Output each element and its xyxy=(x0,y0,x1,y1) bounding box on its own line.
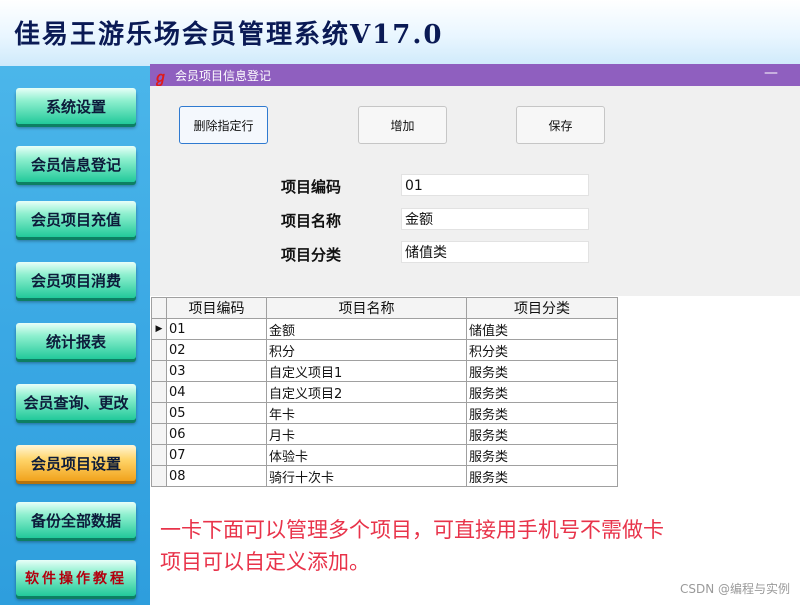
cell-name[interactable]: 自定义项目2 xyxy=(266,381,467,403)
cell-category[interactable]: 服务类 xyxy=(466,402,618,424)
cell-code[interactable]: 03 xyxy=(166,360,267,382)
table-row[interactable]: 02 积分 积分类 xyxy=(151,339,618,361)
delete-row-button[interactable]: 删除指定行 xyxy=(179,106,268,144)
app-logo-icon: ℊ xyxy=(153,68,169,86)
cell-category[interactable]: 储值类 xyxy=(466,318,618,340)
sidebar-item-statistics-report[interactable]: 统计报表 xyxy=(16,323,136,359)
cell-code[interactable]: 04 xyxy=(166,381,267,403)
cell-code[interactable]: 08 xyxy=(166,465,267,487)
sidebar-item-project-recharge[interactable]: 会员项目充值 xyxy=(16,201,136,237)
cell-category[interactable]: 服务类 xyxy=(466,381,618,403)
sidebar: 系统设置 会员信息登记 会员项目充值 会员项目消费 统计报表 会员查询、更改 会… xyxy=(0,66,150,605)
current-row-indicator-icon: ▶ xyxy=(151,318,167,340)
row-header[interactable] xyxy=(151,339,167,361)
project-registration-window: ℊ 会员项目信息登记 — 删除指定行 增加 保存 项目编码 01 项目名称 金额… xyxy=(150,64,800,605)
table-row[interactable]: 05 年卡 服务类 xyxy=(151,402,618,424)
sidebar-item-system-settings[interactable]: 系统设置 xyxy=(16,88,136,124)
cell-category[interactable]: 服务类 xyxy=(466,444,618,466)
cell-code[interactable]: 06 xyxy=(166,423,267,445)
sidebar-item-member-query[interactable]: 会员查询、更改 xyxy=(16,384,136,420)
table-row[interactable]: 06 月卡 服务类 xyxy=(151,423,618,445)
row-header-corner xyxy=(151,297,167,319)
row-header[interactable] xyxy=(151,360,167,382)
project-grid: 项目编码 项目名称 项目分类 ▶ 01 金额 储值类 02 积分 积分类 03 … xyxy=(151,297,618,487)
column-header-code[interactable]: 项目编码 xyxy=(166,297,267,319)
cell-category[interactable]: 积分类 xyxy=(466,339,618,361)
cell-name[interactable]: 积分 xyxy=(266,339,467,361)
window-titlebar: ℊ 会员项目信息登记 — xyxy=(150,64,800,86)
cell-name[interactable]: 自定义项目1 xyxy=(266,360,467,382)
save-button[interactable]: 保存 xyxy=(516,106,605,144)
cell-category[interactable]: 服务类 xyxy=(466,465,618,487)
table-row[interactable]: 03 自定义项目1 服务类 xyxy=(151,360,618,382)
row-header[interactable] xyxy=(151,381,167,403)
cell-code[interactable]: 07 xyxy=(166,444,267,466)
sidebar-item-member-registration[interactable]: 会员信息登记 xyxy=(16,146,136,182)
table-row[interactable]: 08 骑行十次卡 服务类 xyxy=(151,465,618,487)
cell-code[interactable]: 01 xyxy=(166,318,267,340)
cell-category[interactable]: 服务类 xyxy=(466,423,618,445)
grid-header-row: 项目编码 项目名称 项目分类 xyxy=(151,297,618,319)
cell-name[interactable]: 金额 xyxy=(266,318,467,340)
cell-name[interactable]: 月卡 xyxy=(266,423,467,445)
row-header[interactable] xyxy=(151,402,167,424)
table-row[interactable]: 04 自定义项目2 服务类 xyxy=(151,381,618,403)
project-category-field[interactable]: 储值类 xyxy=(401,241,589,263)
sidebar-item-tutorial[interactable]: 软件操作教程 xyxy=(16,560,136,596)
cell-name[interactable]: 年卡 xyxy=(266,402,467,424)
project-category-label: 项目分类 xyxy=(281,246,342,264)
cell-name[interactable]: 体验卡 xyxy=(266,444,467,466)
cell-code[interactable]: 02 xyxy=(166,339,267,361)
sidebar-item-backup-data[interactable]: 备份全部数据 xyxy=(16,502,136,538)
app-title: 佳易王游乐场会员管理系统V17.0 xyxy=(14,20,444,50)
sidebar-item-project-settings[interactable]: 会员项目设置 xyxy=(16,445,136,481)
cell-category[interactable]: 服务类 xyxy=(466,360,618,382)
project-code-label: 项目编码 xyxy=(281,178,342,196)
window-title: 会员项目信息登记 xyxy=(175,69,272,83)
project-code-field[interactable]: 01 xyxy=(401,174,589,196)
form-area: 删除指定行 增加 保存 项目编码 01 项目名称 金额 项目分类 储值类 xyxy=(150,86,800,296)
table-row[interactable]: 07 体验卡 服务类 xyxy=(151,444,618,466)
grid-area: 项目编码 项目名称 项目分类 ▶ 01 金额 储值类 02 积分 积分类 03 … xyxy=(150,296,800,605)
sidebar-item-project-consumption[interactable]: 会员项目消费 xyxy=(16,262,136,298)
table-row[interactable]: ▶ 01 金额 储值类 xyxy=(151,318,618,340)
watermark: CSDN @编程与实例 xyxy=(679,582,790,596)
add-button[interactable]: 增加 xyxy=(358,106,447,144)
cell-name[interactable]: 骑行十次卡 xyxy=(266,465,467,487)
column-header-name[interactable]: 项目名称 xyxy=(266,297,467,319)
cell-code[interactable]: 05 xyxy=(166,402,267,424)
note-line-2: 项目可以自定义添加。 xyxy=(160,550,370,574)
row-header[interactable] xyxy=(151,444,167,466)
project-name-field[interactable]: 金额 xyxy=(401,208,589,230)
row-header[interactable] xyxy=(151,465,167,487)
note-line-1: 一卡下面可以管理多个项目，可直接用手机号不需做卡 xyxy=(160,518,664,542)
project-name-label: 项目名称 xyxy=(281,212,342,230)
minimize-button[interactable]: — xyxy=(764,65,778,81)
column-header-category[interactable]: 项目分类 xyxy=(466,297,618,319)
row-header[interactable] xyxy=(151,423,167,445)
